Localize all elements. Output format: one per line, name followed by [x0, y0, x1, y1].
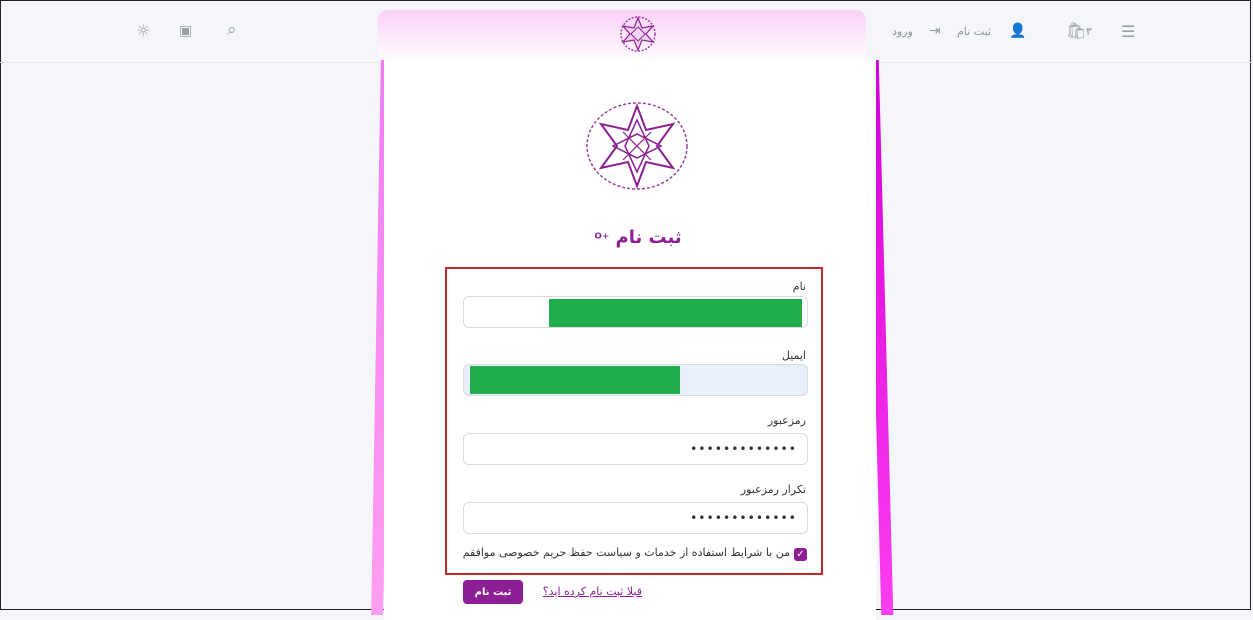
menu-icon[interactable]: ☰ [1121, 24, 1135, 40]
already-registered-link[interactable]: قبلا ثبت نام کرده اید؟ [532, 585, 642, 598]
cart-count: ۳ [1086, 25, 1092, 38]
agree-text: من با شرایط استفاده از خدمات و سیاست حفظ… [462, 546, 790, 559]
login-link[interactable]: ورود [892, 25, 913, 38]
register-link[interactable]: ثبت نام [957, 25, 991, 38]
sun-icon[interactable]: ☼ [136, 23, 150, 39]
name-label: نام [792, 280, 806, 293]
agree-checkbox[interactable]: ✓ [794, 548, 807, 561]
redacted-email [470, 366, 680, 394]
page-title: ثبت نام ⁺ᴼ [594, 227, 682, 248]
email-label: ایمیل [781, 349, 806, 362]
password-label: رمزعبور [767, 414, 806, 427]
add-user-icon: ⁺ᴼ [594, 231, 610, 247]
email-field[interactable] [463, 364, 808, 396]
search-icon[interactable]: ⌕ [227, 22, 237, 39]
password-field[interactable] [463, 433, 808, 465]
brand-logo-small[interactable] [618, 14, 658, 54]
add-user-icon[interactable]: 👤 [1009, 23, 1026, 39]
confirm-password-field[interactable] [463, 502, 808, 534]
confirm-password-input[interactable] [464, 503, 807, 533]
confirm-password-label: تکرار رمزعبور [740, 483, 806, 496]
name-field[interactable] [463, 296, 808, 328]
book-icon[interactable]: ▣ [179, 23, 192, 39]
password-input[interactable] [464, 434, 807, 464]
login-icon[interactable]: ⇥ [929, 23, 941, 39]
redacted-name [549, 299, 802, 327]
register-button[interactable]: ثبت نام [463, 580, 523, 604]
cart-icon[interactable]: 🛍 [1066, 23, 1086, 39]
brand-logo [586, 102, 688, 190]
